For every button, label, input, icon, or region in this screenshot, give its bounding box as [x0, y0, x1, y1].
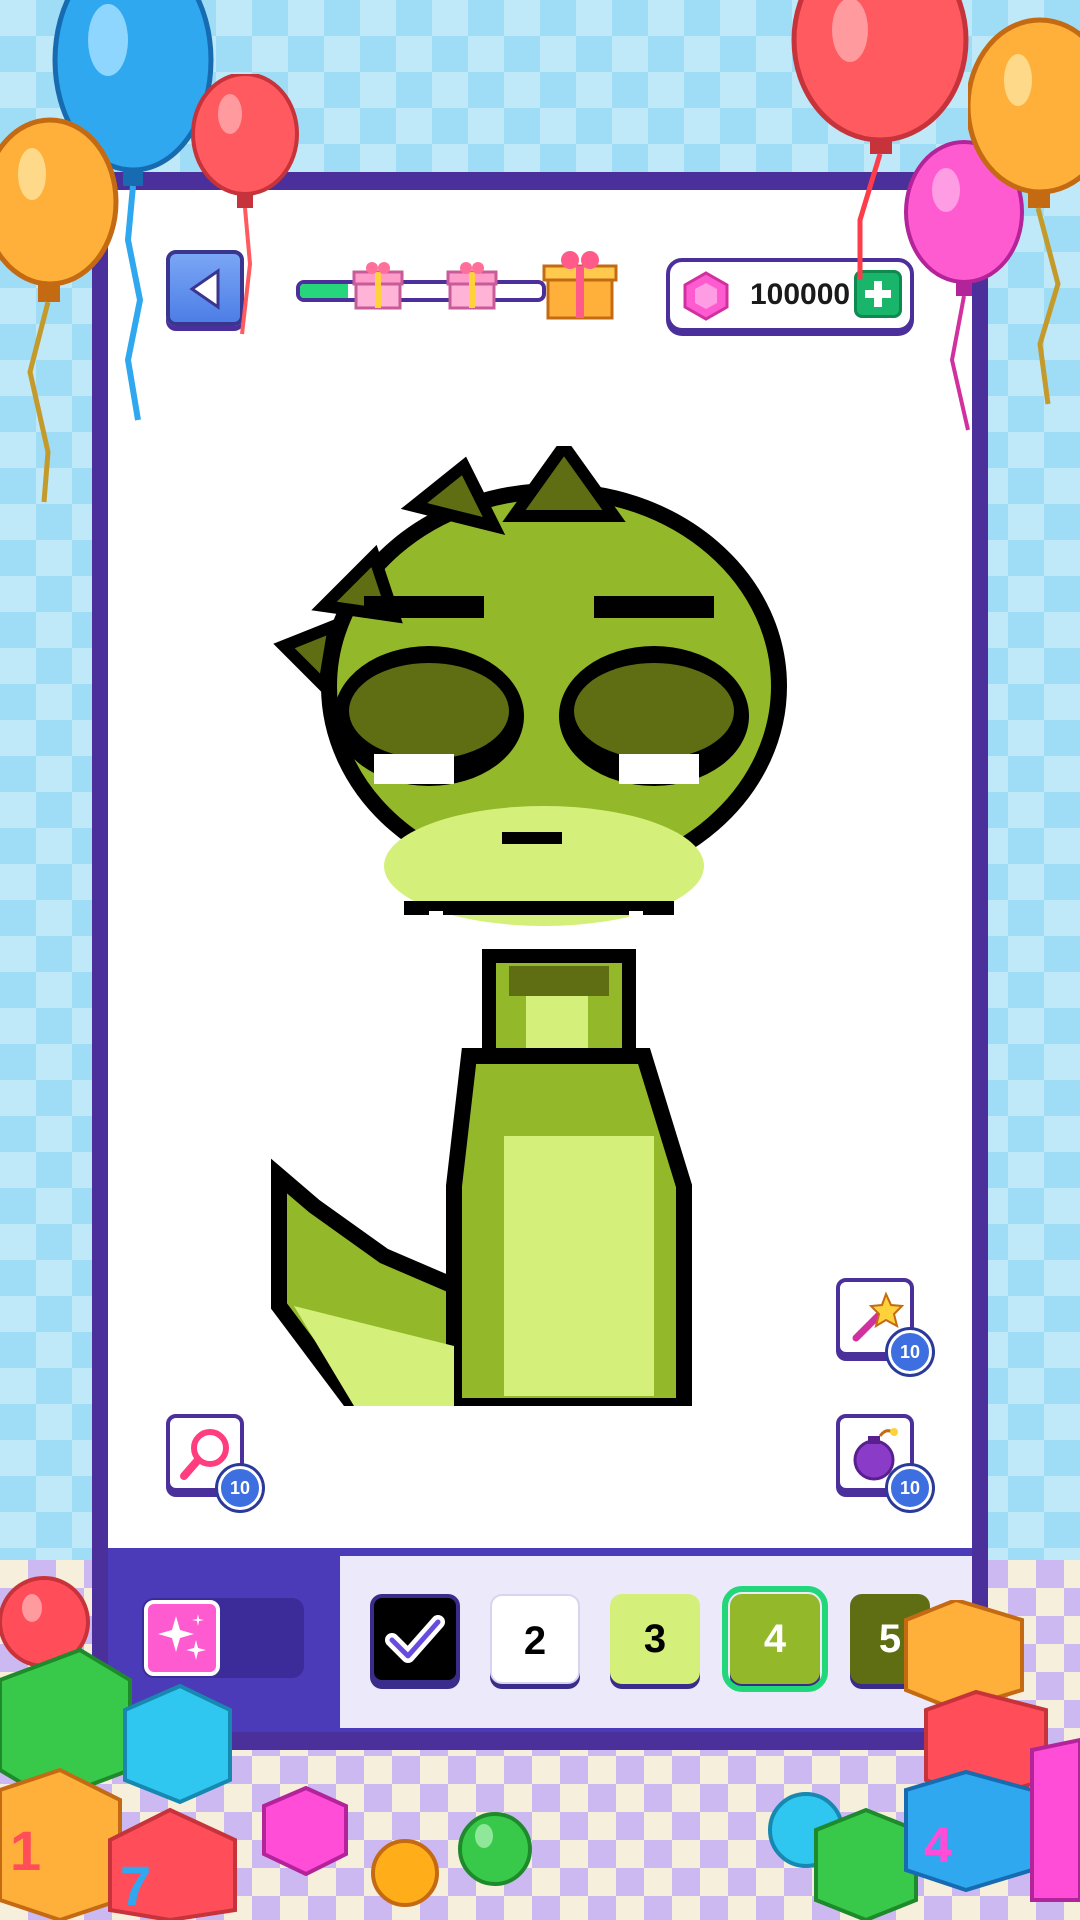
pixel-art-dinosaur[interactable]: [264, 446, 804, 1406]
magnifier-count: 10: [218, 1466, 262, 1510]
orange-balloon-icon: [0, 117, 119, 503]
toy-ball-green-icon: [458, 1812, 532, 1886]
color-swatch-2[interactable]: 2: [490, 1594, 580, 1684]
toy-blocks-right-icon: 4: [768, 1600, 1080, 1920]
magnifier-button[interactable]: 10: [166, 1414, 262, 1510]
bomb-button[interactable]: 10: [836, 1414, 932, 1510]
magic-wand-count: 10: [888, 1330, 932, 1374]
toy-cube-pink-icon: [262, 1786, 348, 1876]
magic-wand-button[interactable]: 10: [836, 1278, 932, 1374]
svg-text:4: 4: [924, 1817, 952, 1873]
color-swatch-1[interactable]: [370, 1594, 460, 1684]
svg-text:7: 7: [120, 1854, 151, 1917]
level-progress-bar: [296, 280, 546, 302]
toy-ball-orange-icon: [371, 1839, 439, 1907]
checkmark-icon: [385, 1615, 445, 1663]
orange-balloon-right-icon: [968, 17, 1080, 405]
svg-text:1: 1: [10, 1819, 41, 1882]
color-swatch-3[interactable]: 3: [610, 1594, 700, 1684]
gem-icon: [683, 271, 729, 321]
gift-reward-icon-2: [446, 262, 498, 310]
toy-blocks-left-icon: 1 7: [0, 1576, 237, 1920]
gift-reward-icon-1: [352, 262, 404, 310]
bomb-count: 10: [888, 1466, 932, 1510]
red-balloon-icon: [191, 74, 299, 335]
color-swatch-label: 3: [643, 1617, 667, 1661]
gift-big-reward-icon: [542, 251, 618, 320]
color-swatch-label: 2: [523, 1619, 547, 1663]
